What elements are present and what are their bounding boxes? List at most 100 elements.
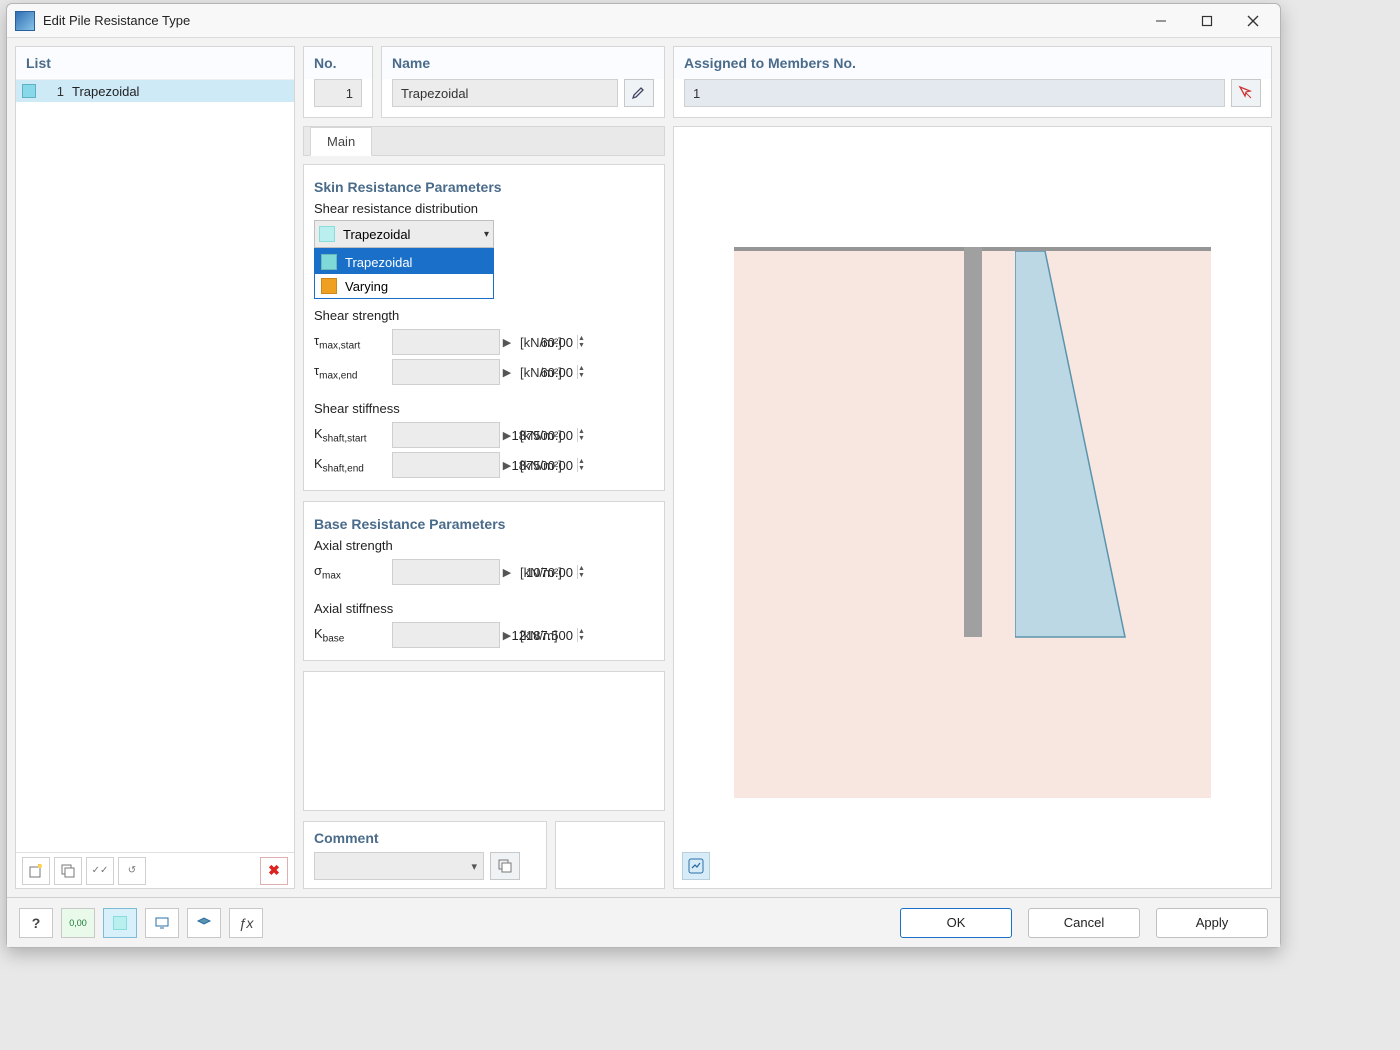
edit-name-button[interactable] <box>624 79 654 107</box>
spin-down-icon[interactable]: ▼ <box>578 635 585 642</box>
comment-combo[interactable]: ▾ <box>314 852 484 880</box>
color-toggle-button[interactable] <box>103 908 137 938</box>
kshaft-end-input[interactable]: ▲▼ <box>392 452 500 478</box>
tab-strip: Main <box>303 126 665 156</box>
spin-down-icon[interactable]: ▼ <box>578 465 585 472</box>
distribution-option-trapezoidal[interactable]: Trapezoidal <box>315 250 493 274</box>
expand-icon[interactable]: ▶ <box>500 336 514 349</box>
maximize-button[interactable] <box>1184 4 1230 38</box>
axial-stiffness-heading: Axial stiffness <box>314 601 654 616</box>
app-icon <box>15 11 35 31</box>
new-item-button[interactable] <box>22 857 50 885</box>
display-settings-button[interactable] <box>145 908 179 938</box>
resistance-wedge <box>1015 251 1145 646</box>
assigned-panel: Assigned to Members No. 1 <box>673 46 1272 118</box>
tau-start-label: τmax,start <box>314 333 392 352</box>
assigned-label: Assigned to Members No. <box>674 47 1271 79</box>
expand-icon[interactable]: ▶ <box>500 566 514 579</box>
tau-start-input[interactable]: ▲▼ <box>392 329 500 355</box>
expand-icon[interactable]: ▶ <box>500 366 514 379</box>
kshaft-start-input[interactable]: ▲▼ <box>392 422 500 448</box>
list-item-label: Trapezoidal <box>72 84 139 99</box>
copy-item-button[interactable] <box>54 857 82 885</box>
spin-down-icon[interactable]: ▼ <box>578 342 585 349</box>
list-item-swatch-icon <box>22 84 36 98</box>
unit-label: [kN/m²] <box>520 428 562 443</box>
expand-icon[interactable]: ▶ <box>500 429 514 442</box>
dialog-window: Edit Pile Resistance Type List 1 Trapezo… <box>6 3 1281 948</box>
cancel-button[interactable]: Cancel <box>1028 908 1140 938</box>
number-panel: No. 1 <box>303 46 373 118</box>
comment-aux-panel <box>555 821 665 889</box>
close-button[interactable] <box>1230 4 1276 38</box>
unit-label: [kN/m] <box>520 628 558 643</box>
spin-down-icon[interactable]: ▼ <box>578 572 585 579</box>
window-controls <box>1138 4 1276 38</box>
unit-label: [kN/m²] <box>520 365 562 380</box>
sigma-label: σmax <box>314 563 392 582</box>
units-button[interactable]: 0,00 <box>61 908 95 938</box>
spin-down-icon[interactable]: ▼ <box>578 435 585 442</box>
shear-stiffness-heading: Shear stiffness <box>314 401 654 416</box>
spin-up-icon[interactable]: ▲ <box>578 565 585 572</box>
list-panel: List 1 Trapezoidal ✓✓ ↺ <box>15 46 295 889</box>
renumber-button[interactable]: ↺ <box>118 857 146 885</box>
spin-up-icon[interactable]: ▲ <box>578 428 585 435</box>
skin-resistance-panel: Skin Resistance Parameters Shear resista… <box>303 164 665 491</box>
ok-button[interactable]: OK <box>900 908 1012 938</box>
axial-strength-heading: Axial strength <box>314 538 654 553</box>
kshaft-end-label: Kshaft,end <box>314 456 392 475</box>
spin-up-icon[interactable]: ▲ <box>578 628 585 635</box>
skin-heading: Skin Resistance Parameters <box>314 179 654 195</box>
formula-button[interactable]: ƒx <box>229 908 263 938</box>
expand-icon[interactable]: ▶ <box>500 459 514 472</box>
spin-up-icon[interactable]: ▲ <box>578 335 585 342</box>
comment-library-button[interactable] <box>490 852 520 880</box>
list-item-number: 1 <box>44 84 64 99</box>
pick-members-button[interactable] <box>1231 79 1261 107</box>
assigned-field[interactable]: 1 <box>684 79 1225 107</box>
dialog-footer: ? 0,00 ƒx OK Cancel Apply <box>7 897 1280 947</box>
preview-panel <box>673 126 1272 889</box>
distribution-dropdown-list: Trapezoidal Varying <box>314 248 494 299</box>
unit-label: [kN/m²] <box>520 335 562 350</box>
spin-up-icon[interactable]: ▲ <box>578 458 585 465</box>
distribution-dropdown[interactable]: Trapezoidal ▾ <box>314 220 494 248</box>
distribution-swatch-icon <box>319 226 335 242</box>
check-sort-button[interactable]: ✓✓ <box>86 857 114 885</box>
preview-settings-button[interactable] <box>682 852 710 880</box>
distribution-value: Trapezoidal <box>343 227 484 242</box>
unit-label: [kN/m²] <box>520 565 562 580</box>
assigned-value: 1 <box>693 86 700 101</box>
comment-heading: Comment <box>314 830 536 846</box>
spin-up-icon[interactable]: ▲ <box>578 365 585 372</box>
help-button[interactable]: ? <box>19 908 53 938</box>
list-item[interactable]: 1 Trapezoidal <box>16 80 294 102</box>
list-toolbar: ✓✓ ↺ ✖ <box>16 852 294 888</box>
kbase-input[interactable]: ▲▼ <box>392 622 500 648</box>
sigma-input[interactable]: ▲▼ <box>392 559 500 585</box>
expand-icon[interactable]: ▶ <box>500 629 514 642</box>
number-field[interactable]: 1 <box>314 79 362 107</box>
apply-button[interactable]: Apply <box>1156 908 1268 938</box>
number-label: No. <box>304 47 372 79</box>
delete-item-button[interactable]: ✖ <box>260 857 288 885</box>
name-field[interactable]: Trapezoidal <box>392 79 618 107</box>
tab-main[interactable]: Main <box>310 127 372 156</box>
shear-strength-heading: Shear strength <box>314 308 654 323</box>
view-button[interactable] <box>187 908 221 938</box>
number-value: 1 <box>346 86 353 101</box>
minimize-button[interactable] <box>1138 4 1184 38</box>
spacer-panel <box>303 671 665 811</box>
list-heading: List <box>16 47 294 80</box>
list-area[interactable]: 1 Trapezoidal <box>16 80 294 852</box>
spin-down-icon[interactable]: ▼ <box>578 372 585 379</box>
name-panel: Name Trapezoidal <box>381 46 665 118</box>
distribution-option-varying[interactable]: Varying <box>315 274 493 298</box>
titlebar: Edit Pile Resistance Type <box>7 4 1280 38</box>
pile-graphic <box>964 247 982 637</box>
units-label: 0,00 <box>69 918 87 928</box>
distribution-label: Shear resistance distribution <box>314 201 654 216</box>
tau-end-input[interactable]: ▲▼ <box>392 359 500 385</box>
kbase-label: Kbase <box>314 626 392 645</box>
